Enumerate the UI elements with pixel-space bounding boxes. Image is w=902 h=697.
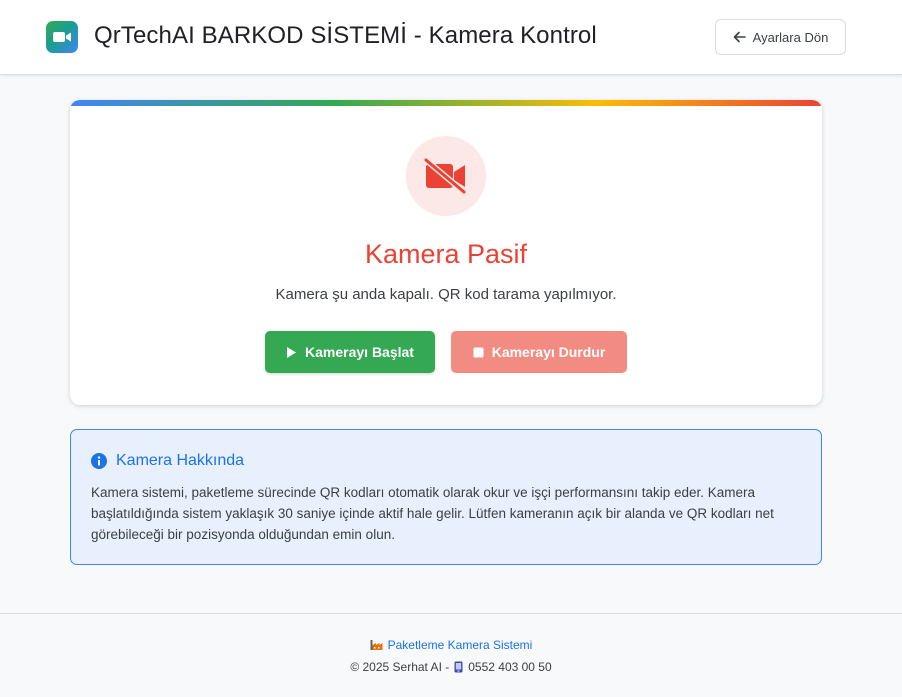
back-to-settings-button[interactable]: Ayarlara Dön bbox=[715, 19, 846, 55]
footer-phone: 0552 403 00 50 bbox=[468, 660, 552, 674]
footer-system-line: Paketleme Kamera Sistemi bbox=[0, 638, 902, 652]
footer-contact-line: © 2025 Serhat AI - 0552 403 00 50 bbox=[0, 660, 902, 674]
page-title: QrTechAI BARKOD SİSTEMİ - Kamera Kontrol bbox=[94, 22, 597, 49]
footer-copyright: © 2025 Serhat AI - bbox=[350, 660, 450, 674]
start-camera-label: Kamerayı Başlat bbox=[305, 344, 414, 360]
info-box-header: Kamera Hakkında bbox=[91, 452, 244, 470]
video-camera-icon bbox=[46, 21, 78, 53]
camera-info-box: Kamera Hakkında Kamera sistemi, paketlem… bbox=[70, 429, 822, 565]
factory-icon bbox=[370, 640, 383, 650]
info-box-title: Kamera Hakkında bbox=[116, 452, 245, 469]
app-header: QrTechAI BARKOD SİSTEMİ - Kamera Kontrol… bbox=[0, 0, 902, 75]
footer-system-label: Paketleme Kamera Sistemi bbox=[387, 638, 533, 652]
info-icon bbox=[91, 453, 107, 469]
back-button-label: Ayarlara Dön bbox=[752, 29, 829, 45]
phone-icon bbox=[454, 661, 463, 673]
stop-camera-button[interactable]: Kamerayı Durdur bbox=[451, 331, 627, 373]
stop-icon bbox=[473, 347, 484, 357]
page-footer: Paketleme Kamera Sistemi © 2025 Serhat A… bbox=[0, 613, 902, 697]
card-accent-bar bbox=[70, 100, 822, 106]
camera-status-description: Kamera şu anda kapalı. QR kod tarama yap… bbox=[275, 286, 617, 303]
video-camera-off-icon bbox=[406, 136, 486, 216]
arrow-left-icon bbox=[733, 31, 746, 43]
camera-status-card: Kamera Pasif Kamera şu anda kapalı. QR k… bbox=[70, 100, 822, 405]
start-camera-button[interactable]: Kamerayı Başlat bbox=[265, 331, 435, 373]
info-box-text: Kamera sistemi, paketleme sürecinde QR k… bbox=[91, 485, 774, 542]
camera-status-title: Kamera Pasif bbox=[364, 239, 528, 269]
stop-camera-label: Kamerayı Durdur bbox=[491, 344, 606, 360]
play-icon bbox=[287, 346, 297, 358]
